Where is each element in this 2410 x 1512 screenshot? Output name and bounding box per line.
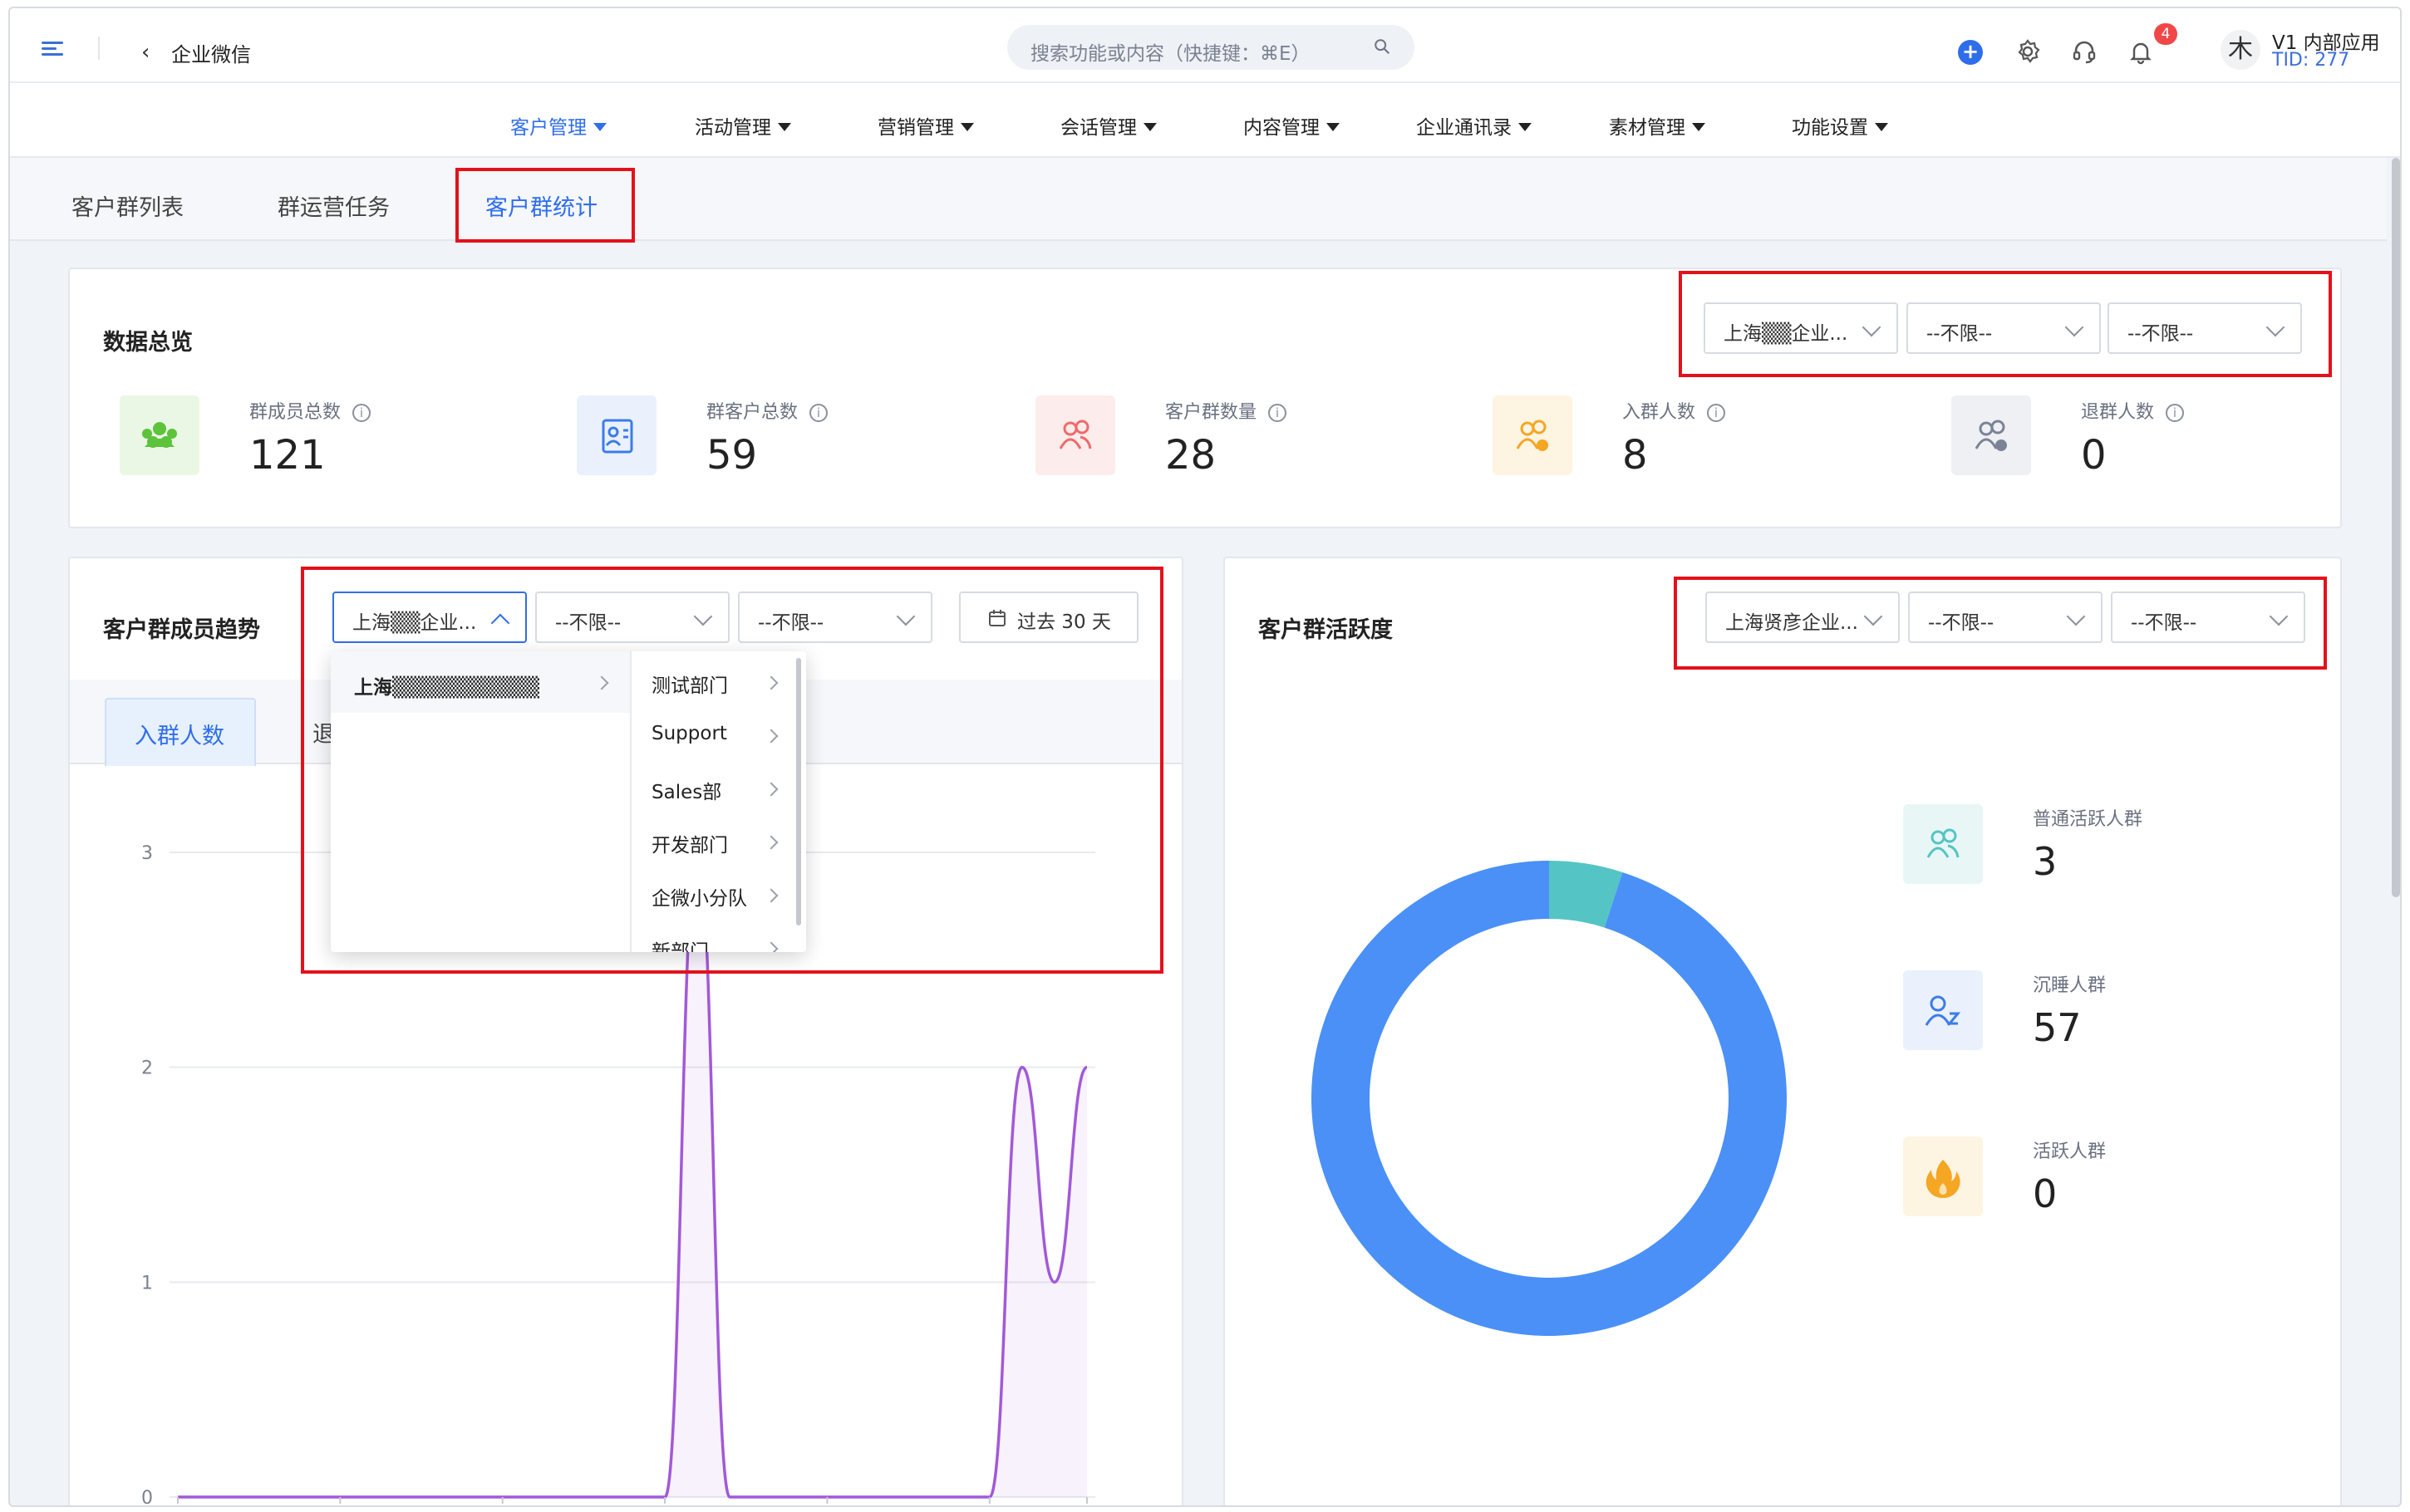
user-join-icon bbox=[1493, 395, 1572, 475]
info-icon[interactable]: i bbox=[1707, 404, 1726, 422]
add-icon[interactable]: + bbox=[1958, 40, 1983, 65]
avatar[interactable]: 木 bbox=[2221, 30, 2260, 70]
highlight-box bbox=[455, 168, 635, 243]
info-icon[interactable]: i bbox=[2166, 404, 2185, 422]
nav-item-materials[interactable]: 素材管理 bbox=[1609, 111, 1705, 140]
donut-slice[interactable] bbox=[1311, 861, 1787, 1336]
caret-down-icon bbox=[1875, 123, 1888, 131]
nav-item-session[interactable]: 会话管理 bbox=[1060, 111, 1157, 140]
info-icon[interactable]: i bbox=[1268, 404, 1287, 422]
app-window: ‹ 企业微信 搜索功能或内容（快捷键：⌘E） + 4 木 V1 内部应用 TID… bbox=[8, 7, 2402, 1507]
headset-icon[interactable] bbox=[2071, 38, 2098, 65]
stat-label: 退群人数 bbox=[2081, 402, 2155, 423]
divider bbox=[98, 37, 100, 60]
stat-value: 28 bbox=[1165, 432, 1217, 479]
bell-icon[interactable] bbox=[2127, 38, 2154, 65]
stat-value: 8 bbox=[1622, 432, 1648, 479]
nav-item-content[interactable]: 内容管理 bbox=[1243, 111, 1340, 140]
fire-icon bbox=[1903, 1136, 1983, 1216]
caret-down-icon bbox=[1692, 123, 1705, 131]
stat-left: 退群人数 i 0 bbox=[1951, 395, 2300, 487]
users-outline-icon bbox=[1903, 804, 1983, 884]
users-icon bbox=[1035, 395, 1115, 475]
y-tick-label: 1 bbox=[141, 1273, 153, 1294]
highlight-box bbox=[1679, 271, 2332, 377]
tab-joined[interactable]: 入群人数 bbox=[105, 698, 256, 766]
caret-down-icon bbox=[1518, 123, 1532, 131]
y-tick-label: 3 bbox=[141, 843, 153, 864]
sleeping-user-icon bbox=[1903, 970, 1983, 1050]
legend-value: 0 bbox=[2033, 1171, 2058, 1216]
legend-active: 活跃人群 0 bbox=[1903, 1136, 2252, 1228]
legend-label: 沉睡人群 bbox=[2033, 975, 2107, 996]
legend-value: 3 bbox=[2033, 839, 2058, 884]
legend-normal-active: 普通活跃人群 3 bbox=[1903, 804, 2252, 896]
caret-down-icon bbox=[1326, 123, 1340, 131]
back-arrow-icon[interactable]: ‹ bbox=[141, 42, 150, 63]
caret-down-icon bbox=[778, 123, 791, 131]
caret-down-icon bbox=[593, 123, 607, 131]
notification-badge: 4 bbox=[2154, 23, 2177, 45]
stat-label: 群客户总数 bbox=[706, 402, 799, 423]
caret-down-icon bbox=[961, 123, 974, 131]
activity-donut-chart bbox=[1311, 861, 1787, 1336]
account-tid: TID: 277 bbox=[2272, 50, 2350, 71]
nav-item-customer[interactable]: 客户管理 bbox=[510, 111, 607, 140]
legend-sleeping: 沉睡人群 57 bbox=[1903, 970, 2252, 1062]
search-input[interactable]: 搜索功能或内容（快捷键：⌘E） bbox=[1007, 25, 1414, 70]
search-icon[interactable] bbox=[1373, 37, 1391, 56]
info-icon[interactable]: i bbox=[809, 404, 829, 422]
hamburger-menu-icon[interactable] bbox=[42, 42, 63, 56]
stat-members: 群成员总数 i 121 bbox=[120, 395, 469, 487]
main-nav: 客户管理 活动管理 营销管理 会话管理 内容管理 企业通讯录 素材管理 功能设置 bbox=[10, 83, 2400, 158]
tab-group-list[interactable]: 客户群列表 bbox=[71, 189, 184, 222]
search-placeholder: 搜索功能或内容（快捷键：⌘E） bbox=[1030, 43, 1311, 65]
sub-tabs: 客户群列表 群运营任务 客户群统计 bbox=[10, 158, 2387, 241]
stat-joined: 入群人数 i 8 bbox=[1493, 395, 1842, 487]
tab-group-tasks[interactable]: 群运营任务 bbox=[278, 189, 390, 222]
stat-value: 121 bbox=[249, 432, 326, 479]
y-tick-label: 2 bbox=[141, 1058, 153, 1079]
caret-down-icon bbox=[1144, 123, 1157, 131]
stat-label: 入群人数 bbox=[1622, 402, 1696, 423]
stat-label: 客户群数量 bbox=[1165, 402, 1257, 423]
app-title: 企业微信 bbox=[171, 43, 251, 66]
stat-value: 0 bbox=[2081, 432, 2107, 479]
nav-item-settings[interactable]: 功能设置 bbox=[1792, 111, 1888, 140]
nav-item-marketing[interactable]: 营销管理 bbox=[878, 111, 974, 140]
top-bar: ‹ 企业微信 搜索功能或内容（快捷键：⌘E） + 4 木 V1 内部应用 TID… bbox=[10, 8, 2400, 83]
info-icon[interactable]: i bbox=[352, 404, 371, 422]
legend-label: 活跃人群 bbox=[2033, 1141, 2107, 1162]
nav-item-contacts[interactable]: 企业通讯录 bbox=[1416, 111, 1532, 140]
trend-title: 客户群成员趋势 bbox=[103, 617, 260, 643]
stat-customers: 群客户总数 i 59 bbox=[577, 395, 926, 487]
gear-icon[interactable] bbox=[2014, 38, 2041, 65]
scrollbar[interactable] bbox=[2392, 158, 2400, 897]
people-group-icon bbox=[120, 395, 199, 475]
user-leave-icon bbox=[1951, 395, 2031, 475]
activity-title: 客户群活跃度 bbox=[1258, 617, 1393, 643]
contact-card-icon bbox=[577, 395, 657, 475]
legend-label: 普通活跃人群 bbox=[2033, 809, 2143, 830]
y-tick-label: 0 bbox=[141, 1488, 153, 1507]
legend-value: 57 bbox=[2033, 1005, 2082, 1050]
highlight-box bbox=[1674, 577, 2327, 670]
nav-item-activity[interactable]: 活动管理 bbox=[695, 111, 791, 140]
highlight-box bbox=[301, 567, 1163, 974]
stat-value: 59 bbox=[706, 432, 758, 479]
stat-label: 群成员总数 bbox=[249, 402, 342, 423]
stat-groups: 客户群数量 i 28 bbox=[1035, 395, 1385, 487]
activity-card: 客户群活跃度 上海贤彦企业... --不限-- --不限-- 普通活跃人群 3 … bbox=[1223, 557, 2342, 1505]
overview-title: 数据总览 bbox=[103, 330, 193, 356]
